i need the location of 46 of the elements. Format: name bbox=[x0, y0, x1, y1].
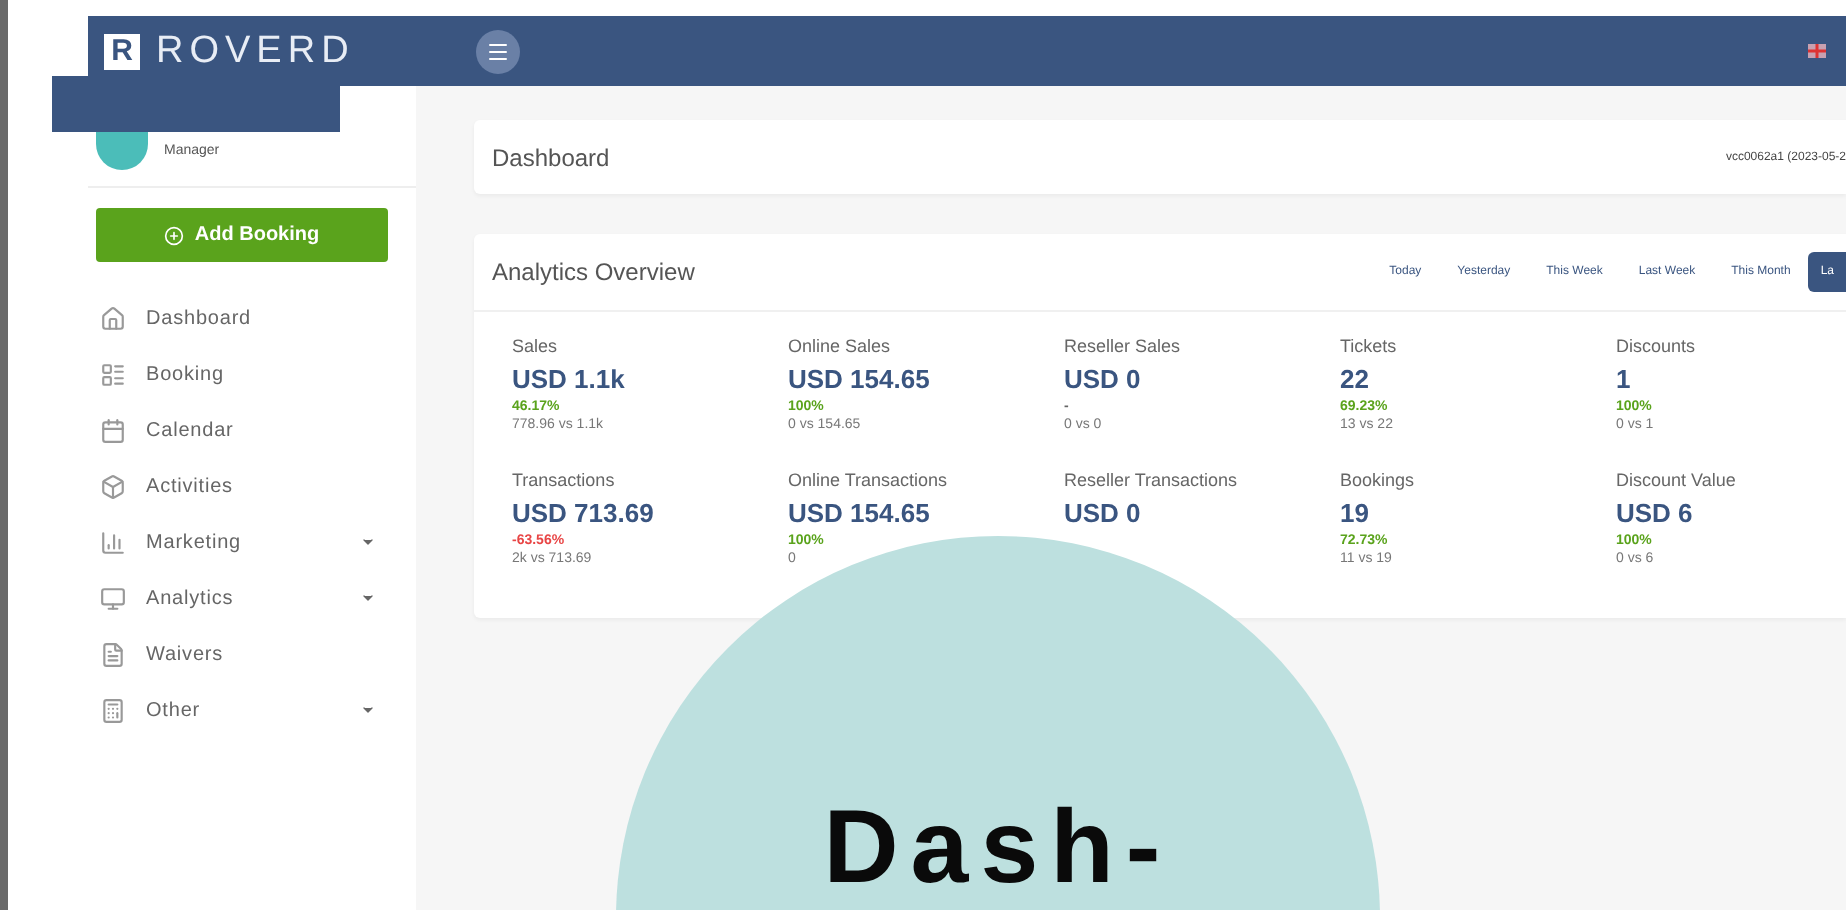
stat-label: Discounts bbox=[1616, 336, 1696, 356]
stat-label: Discount Value bbox=[1616, 470, 1736, 490]
stat-label: Transactions bbox=[512, 470, 615, 490]
sidebar-item[interactable]: Activities bbox=[88, 458, 416, 514]
stat-label: Sales bbox=[512, 336, 558, 356]
stat-label: Bookings bbox=[1340, 470, 1415, 490]
add-booking-button[interactable]: Add Booking bbox=[96, 208, 388, 262]
calculator-icon bbox=[100, 697, 126, 723]
sidebar-item[interactable]: Other bbox=[88, 682, 416, 738]
monitor-icon bbox=[100, 585, 126, 611]
stat-value: USD 0 bbox=[1064, 498, 1141, 528]
logo-text: ROVERD bbox=[156, 29, 357, 73]
stat-value: USD 1.1k bbox=[512, 364, 625, 394]
calendar-icon bbox=[100, 417, 126, 443]
stat-value: 1 bbox=[1616, 364, 1631, 394]
stat-label: Reseller Sales bbox=[1064, 336, 1181, 356]
avatar bbox=[96, 130, 148, 170]
sidebar-item[interactable]: Booking bbox=[88, 346, 416, 402]
list-icon bbox=[100, 361, 126, 387]
menu-button[interactable] bbox=[476, 29, 520, 73]
stat-value: USD 0 bbox=[1064, 364, 1141, 394]
box-icon bbox=[100, 473, 126, 499]
stat-label: Reseller Transactions bbox=[1064, 470, 1238, 490]
stat-label: Online Transactions bbox=[788, 470, 948, 490]
stat-label: Online Sales bbox=[788, 336, 891, 356]
stat-value: 19 bbox=[1340, 498, 1369, 528]
menu-icon bbox=[486, 39, 510, 63]
sidebar-item[interactable]: Calendar bbox=[88, 402, 416, 458]
document-icon bbox=[100, 641, 126, 667]
stat-label: Tickets bbox=[1340, 336, 1397, 356]
home-icon bbox=[100, 305, 126, 331]
stat-value: USD 154.65 bbox=[788, 498, 930, 528]
plus-icon bbox=[164, 225, 185, 245]
card-title: Analytics Overview bbox=[492, 258, 695, 286]
stat-value: USD 713.69 bbox=[512, 498, 654, 528]
stat-value: USD 6 bbox=[1616, 498, 1693, 528]
stat-value: USD 154.65 bbox=[788, 364, 930, 394]
overlay-heading: Dash- bbox=[823, 788, 1173, 908]
page-title: Dashboard bbox=[492, 143, 610, 171]
sidebar-item[interactable]: Waivers bbox=[88, 626, 416, 682]
sidebar-item[interactable]: Dashboard bbox=[88, 290, 416, 346]
stat-value: 22 bbox=[1340, 364, 1369, 394]
bar-chart-icon bbox=[100, 529, 126, 555]
logo-mark: R bbox=[104, 33, 140, 69]
sidebar-item[interactable]: Analytics bbox=[88, 570, 416, 626]
sidebar-item[interactable]: Marketing bbox=[88, 514, 416, 570]
